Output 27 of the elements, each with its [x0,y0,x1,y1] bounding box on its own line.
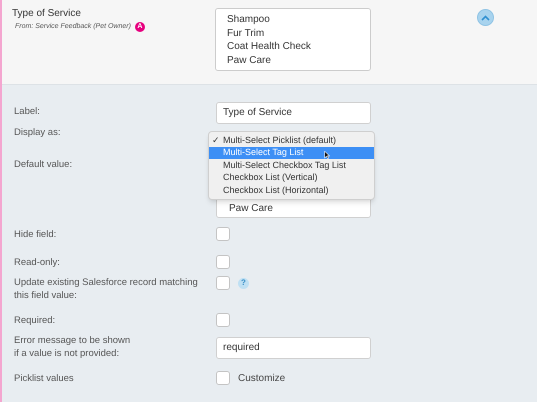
menu-item[interactable]: Checkbox List (Horizontal) [209,184,374,196]
field-label: Read-only: [13,256,61,268]
field-label: Picklist values [13,372,75,384]
field-label: Default value: [13,158,74,171]
collapse-button[interactable] [477,9,494,26]
checkbox[interactable] [216,276,230,290]
text-field[interactable]: Type of Service [216,102,371,124]
checkbox[interactable] [216,227,230,241]
field-label: Error message to be shown if a value is not provided: [13,334,132,360]
menu-item[interactable]: ✓ Multi-Select Picklist (default) [209,134,374,146]
cursor-icon [324,151,330,159]
chevron-icon [481,14,490,20]
checkbox-label: Customize [238,372,286,386]
checkbox[interactable] [216,371,230,385]
field-label: Display as: [13,126,62,139]
field-label: Hide field: [13,228,58,240]
field-title: Type of Service [12,7,82,21]
field-label: Label: [13,105,41,118]
field-label: Required: [13,314,56,326]
field-label: Update existing Salesforce record matching this field value: [13,276,199,302]
checkbox[interactable] [216,313,230,327]
checkbox[interactable] [216,255,230,269]
menu-item[interactable]: Multi-Select Checkbox Tag List [209,159,374,172]
text-field[interactable]: required [216,336,371,358]
check-icon: ✓ [212,134,220,144]
list-box[interactable]: Shampoo Fur Trim Coat Health Check Paw Care [215,8,371,71]
menu-item[interactable]: Checkbox List (Vertical) [209,172,374,184]
